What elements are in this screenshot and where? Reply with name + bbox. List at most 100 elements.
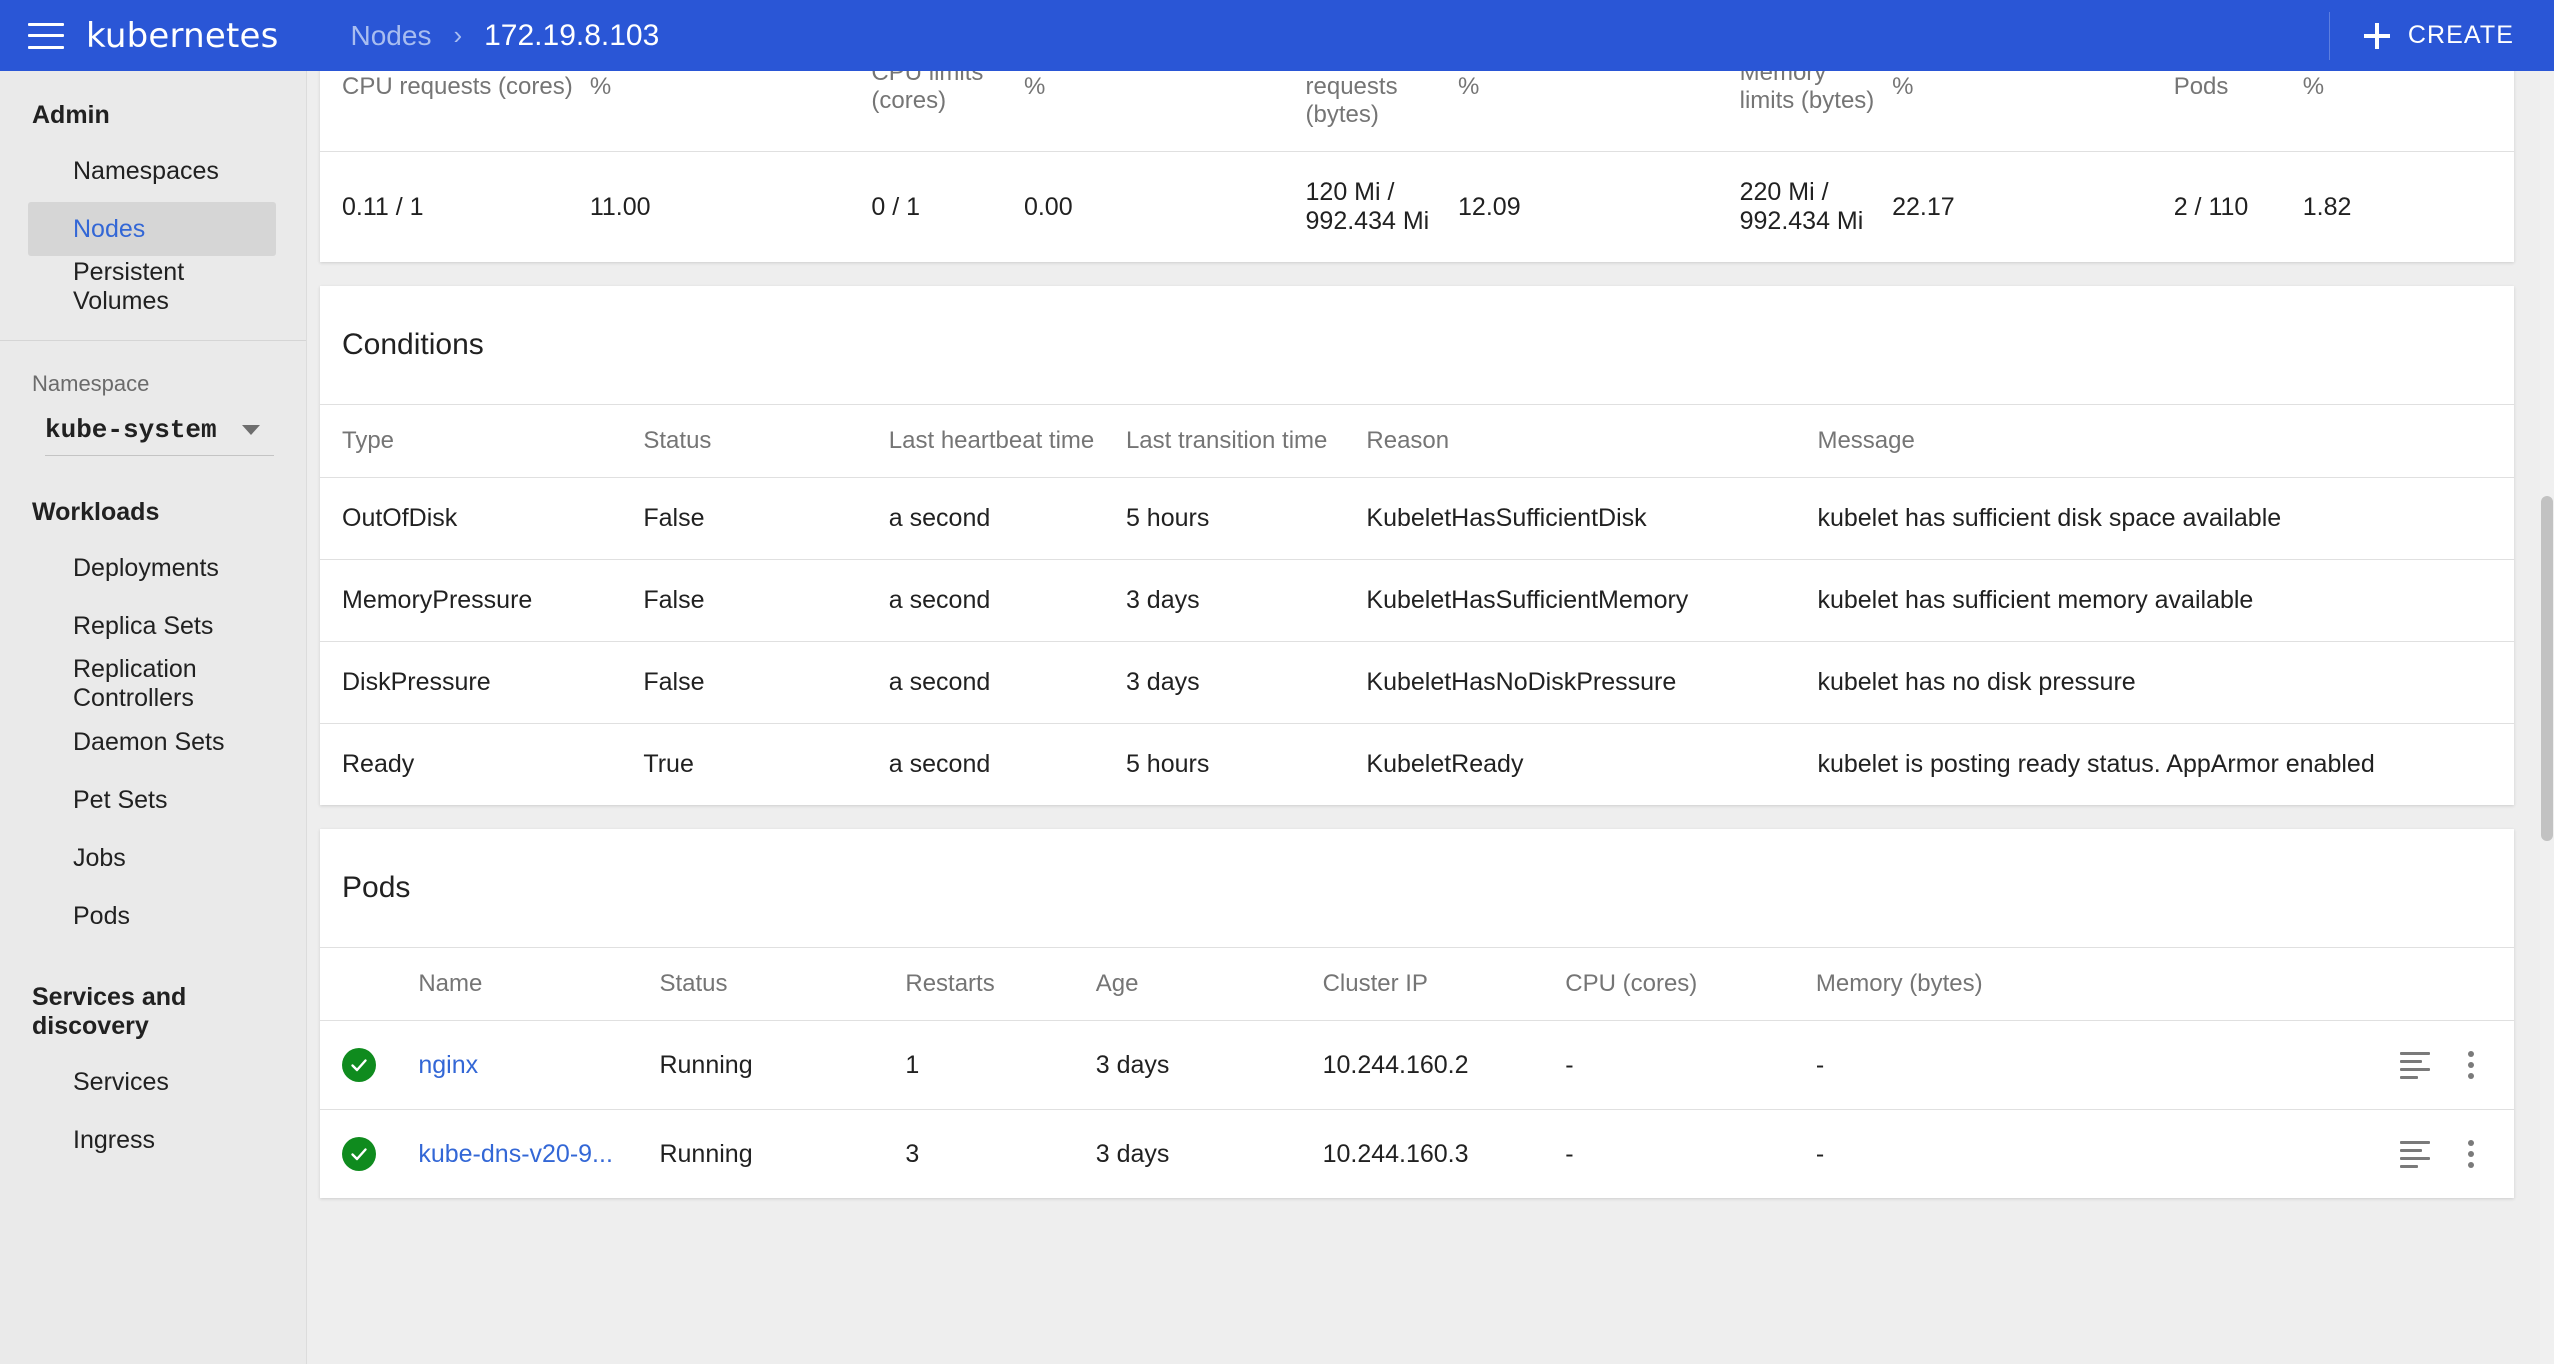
more-options-icon[interactable]	[2464, 1047, 2478, 1083]
col-cpu-requests: CPU requests (cores)	[320, 71, 590, 152]
app-root: kubernetes Nodes › 172.19.8.103 CREATE A…	[0, 0, 2554, 1364]
col-memory-requests: Memory requests (bytes)	[1305, 71, 1459, 152]
logs-icon[interactable]	[2400, 1051, 2430, 1079]
pod-name-cell: nginx	[418, 1020, 660, 1110]
pod-name-cell: kube-dns-v20-9...	[418, 1110, 659, 1199]
cell-age: 3 days	[1095, 1020, 1323, 1110]
table-row: DiskPressure False a second 3 days Kubel…	[320, 641, 2514, 724]
sidebar-item-nodes[interactable]: Nodes	[28, 202, 276, 256]
cell-pods: 2 / 110	[2173, 192, 2249, 221]
cell-reason: KubeletHasSufficientDisk	[1366, 477, 1818, 560]
col-pods-pct: %	[2302, 71, 2514, 152]
sidebar-item-jobs[interactable]: Jobs	[28, 831, 276, 885]
sidebar-item-label: Deployments	[73, 553, 219, 582]
breadcrumb-nodes-link[interactable]: Nodes	[351, 20, 432, 52]
conditions-table: Type Status Last heartbeat time Last tra…	[320, 404, 2514, 805]
page-scrollbar-thumb[interactable]	[2541, 496, 2553, 841]
col-cpu-limits-pct: %	[1023, 71, 1306, 152]
sidebar-item-pods[interactable]: Pods	[28, 889, 276, 943]
cell-transition: 5 hours	[1125, 477, 1367, 560]
pod-name-link[interactable]: kube-dns-v20-9...	[418, 1140, 613, 1168]
col-cpu-cores: CPU (cores)	[1565, 947, 1816, 1021]
col-status-icon	[320, 947, 419, 1021]
hamburger-icon[interactable]	[28, 22, 64, 49]
sidebar-item-replication-controllers[interactable]: Replication Controllers	[28, 655, 276, 712]
table-row: MemoryPressure False a second 3 days Kub…	[320, 559, 2514, 642]
row-actions	[2228, 1047, 2500, 1083]
sidebar-item-label: Replication Controllers	[73, 655, 197, 712]
check-circle-icon	[342, 1048, 376, 1082]
create-button-label: CREATE	[2407, 21, 2514, 49]
sidebar-item-ingress[interactable]: Ingress	[28, 1113, 276, 1167]
sidebar-item-label: Pods	[73, 901, 130, 930]
sidebar-item-label: Persistent Volumes	[73, 258, 185, 315]
col-cluster-ip: Cluster IP	[1322, 947, 1566, 1021]
table-header-row: Type Status Last heartbeat time Last tra…	[320, 404, 2514, 478]
sidebar-item-label: Namespaces	[73, 156, 219, 185]
cell-memory-requests-pct: 12.09	[1458, 192, 1521, 221]
brand-logo: kubernetes	[86, 15, 279, 56]
sidebar-item-deployments[interactable]: Deployments	[28, 541, 276, 595]
col-type: Type	[320, 404, 644, 478]
more-options-icon[interactable]	[2464, 1136, 2478, 1172]
sidebar-item-label: Nodes	[73, 214, 146, 243]
col-pods: Pods	[2173, 71, 2303, 152]
col-age: Age	[1095, 947, 1323, 1021]
plus-icon	[2363, 22, 2390, 49]
table-row: Ready True a second 5 hours KubeletReady…	[320, 724, 2514, 806]
cell-type: DiskPressure	[320, 641, 644, 724]
col-row-actions	[2228, 947, 2514, 1021]
col-cpu-requests-pct: %	[589, 71, 872, 152]
table-header-row: CPU requests (cores) % CPU limits (cores…	[320, 71, 2514, 152]
cell-reason: KubeletHasNoDiskPressure	[1366, 641, 1818, 724]
cell-memory: -	[1815, 1139, 1825, 1168]
main-content: CPU requests (cores) % CPU limits (cores…	[307, 71, 2554, 1364]
conditions-card: Conditions Type Status Last heartbeat ti…	[320, 286, 2514, 805]
cell-transition: 3 days	[1125, 641, 1367, 724]
cell-heartbeat: a second	[888, 477, 1126, 560]
sidebar-item-replica-sets[interactable]: Replica Sets	[28, 599, 276, 653]
cell-memory-limits-pct: 22.17	[1892, 192, 1955, 221]
pod-name-link[interactable]: nginx	[418, 1051, 478, 1079]
cell-reason: KubeletHasSufficientMemory	[1366, 559, 1818, 642]
sidebar-section-workloads: Workloads	[32, 498, 160, 526]
col-status: Status	[659, 947, 906, 1021]
col-name: Name	[418, 947, 660, 1021]
cell-reason: KubeletReady	[1366, 750, 1524, 778]
cell-cpu: -	[1565, 1020, 1816, 1110]
chevron-down-icon	[242, 425, 260, 435]
sidebar-item-services[interactable]: Services	[28, 1055, 276, 1109]
sidebar-item-label: Services	[73, 1067, 169, 1096]
page-scrollbar-track[interactable]	[2540, 71, 2554, 1364]
check-circle-icon	[342, 1137, 376, 1171]
cell-transition: 5 hours	[1125, 750, 1210, 778]
cell-restarts: 3	[905, 1139, 920, 1168]
cell-memory-limits: 220 Mi / 992.434 Mi	[1739, 178, 1864, 235]
sidebar-item-persistent-volumes[interactable]: Persistent Volumes	[28, 258, 276, 315]
row-actions-cell	[2228, 1110, 2514, 1199]
top-bar-actions: CREATE	[2328, 0, 2554, 71]
table-header-row: Name Status Restarts Age Cluster IP CPU …	[320, 947, 2514, 1021]
cell-message: kubelet has no disk pressure	[1817, 641, 2514, 724]
namespace-select[interactable]: kube-system	[45, 415, 274, 456]
col-message: Message	[1817, 404, 2514, 478]
row-actions-cell	[2228, 1020, 2514, 1110]
cell-cpu-limits-pct: 0.00	[1023, 192, 1073, 221]
cell-transition: 3 days	[1125, 559, 1367, 642]
chevron-right-icon: ›	[453, 20, 463, 50]
pod-status-cell	[320, 1020, 419, 1110]
cell-restarts: 1	[905, 1020, 1096, 1110]
sidebar-item-label: Replica Sets	[73, 611, 214, 640]
create-button[interactable]: CREATE	[2363, 21, 2554, 50]
conditions-title: Conditions	[342, 328, 484, 361]
cell-status: True	[643, 750, 694, 778]
sidebar-item-label: Pet Sets	[73, 785, 168, 814]
sidebar-item-pet-sets[interactable]: Pet Sets	[28, 773, 276, 827]
sidebar-item-namespaces[interactable]: Namespaces	[28, 144, 276, 198]
cell-heartbeat: a second	[888, 750, 991, 778]
logs-icon[interactable]	[2400, 1140, 2430, 1168]
breadcrumb: Nodes › 172.19.8.103	[351, 19, 660, 53]
pods-table: Name Status Restarts Age Cluster IP CPU …	[320, 947, 2514, 1198]
sidebar-item-daemon-sets[interactable]: Daemon Sets	[28, 715, 276, 769]
cell-cpu: -	[1565, 1139, 1574, 1168]
